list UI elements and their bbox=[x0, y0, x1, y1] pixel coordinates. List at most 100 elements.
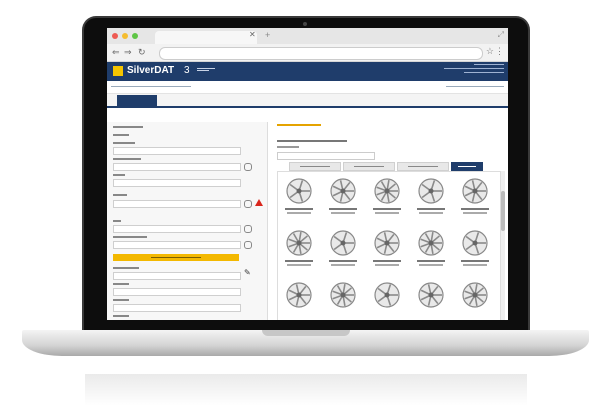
rim-caption bbox=[463, 212, 487, 214]
form-input[interactable] bbox=[113, 147, 241, 155]
wheel-rim-icon[interactable] bbox=[462, 282, 488, 308]
rim-caption bbox=[373, 208, 401, 210]
webcam bbox=[303, 22, 307, 26]
code-input[interactable] bbox=[113, 200, 241, 208]
rim-caption bbox=[419, 212, 443, 214]
wheel-rim-icon[interactable] bbox=[374, 282, 400, 308]
section-heading bbox=[277, 140, 347, 142]
vin-input[interactable] bbox=[113, 179, 241, 187]
select-input[interactable] bbox=[113, 288, 241, 296]
wheel-rim-icon[interactable] bbox=[462, 230, 488, 256]
close-window-icon[interactable] bbox=[112, 33, 118, 39]
star-icon[interactable]: ☆ bbox=[486, 46, 494, 57]
header-links[interactable] bbox=[446, 86, 504, 87]
maximize-window-icon[interactable] bbox=[132, 33, 138, 39]
wheel-rim-icon[interactable] bbox=[330, 282, 356, 308]
refresh-icon[interactable] bbox=[244, 200, 252, 208]
tab-4[interactable] bbox=[263, 95, 307, 106]
rim-tabs bbox=[277, 162, 505, 171]
plus-icon[interactable]: + bbox=[265, 30, 270, 40]
back-arrow-icon[interactable]: ⇐ bbox=[112, 47, 120, 58]
app-header: SilverDAT 3 bbox=[107, 62, 508, 81]
scrollbar[interactable] bbox=[501, 171, 505, 320]
field-label bbox=[113, 158, 141, 160]
tab-5[interactable] bbox=[313, 95, 357, 106]
rim-caption bbox=[419, 264, 443, 266]
rim-tab-3[interactable] bbox=[397, 162, 449, 171]
wheel-rim-icon[interactable] bbox=[418, 178, 444, 204]
wheel-rim-icon[interactable] bbox=[418, 282, 444, 308]
select-input[interactable] bbox=[113, 304, 241, 312]
rim-caption bbox=[373, 260, 401, 262]
resize-icon[interactable]: ⤢ bbox=[498, 30, 504, 40]
pencil-icon[interactable]: ✎ bbox=[244, 268, 251, 277]
form-input[interactable] bbox=[113, 241, 241, 249]
form-input[interactable] bbox=[113, 225, 241, 233]
minimize-window-icon[interactable] bbox=[122, 33, 128, 39]
settings-icon[interactable] bbox=[244, 225, 252, 233]
field-label bbox=[113, 315, 129, 317]
settings-icon[interactable] bbox=[244, 163, 252, 171]
brand-name: SilverDAT bbox=[127, 65, 175, 76]
field-label bbox=[113, 236, 147, 238]
wheel-rim-icon[interactable] bbox=[286, 282, 312, 308]
select-input[interactable] bbox=[113, 272, 241, 280]
browser-toolbar: ⇐ ⇒ ↻ ☆ ⋮ bbox=[107, 44, 508, 62]
rim-caption bbox=[285, 208, 313, 210]
wheel-rim-icon[interactable] bbox=[330, 230, 356, 256]
search-vehicle-button[interactable] bbox=[113, 254, 239, 261]
field-label bbox=[113, 299, 129, 301]
rim-caption bbox=[331, 264, 355, 266]
rim-caption bbox=[417, 208, 445, 210]
brand-subtitle bbox=[197, 68, 215, 73]
rim-caption bbox=[375, 212, 399, 214]
wheel-rim-icon[interactable] bbox=[286, 230, 312, 256]
tab-1[interactable] bbox=[117, 95, 157, 106]
rim-caption bbox=[375, 264, 399, 266]
field-label bbox=[113, 174, 125, 176]
wheel-rim-icon[interactable] bbox=[374, 178, 400, 204]
rim-caption bbox=[287, 212, 311, 214]
main-tabs bbox=[107, 94, 508, 108]
field-label bbox=[113, 126, 143, 128]
tab-3[interactable] bbox=[213, 95, 257, 106]
field-label bbox=[113, 134, 129, 136]
rim-caption bbox=[285, 260, 313, 262]
filter-select[interactable] bbox=[277, 152, 375, 160]
laptop-screen: ✕ + ⤢ ⇐ ⇒ ↻ ☆ ⋮ SilverDAT 3 ✎ bbox=[107, 28, 508, 320]
rim-tab-2[interactable] bbox=[343, 162, 395, 171]
breadcrumb[interactable] bbox=[111, 86, 191, 87]
field-label bbox=[277, 146, 299, 148]
address-bar[interactable] bbox=[159, 47, 483, 60]
rim-tab-4[interactable] bbox=[451, 162, 483, 171]
user-info[interactable] bbox=[434, 64, 504, 79]
wheel-rim-icon[interactable] bbox=[286, 178, 312, 204]
rim-caption bbox=[287, 264, 311, 266]
rim-tab-1[interactable] bbox=[289, 162, 341, 171]
wheel-rim-icon[interactable] bbox=[374, 230, 400, 256]
field-label bbox=[113, 267, 139, 269]
rim-caption bbox=[329, 260, 357, 262]
warning-icon bbox=[255, 199, 263, 206]
browser-tab-bar: ✕ + ⤢ bbox=[107, 28, 508, 44]
wheel-rim-icon[interactable] bbox=[330, 178, 356, 204]
form-input[interactable] bbox=[113, 163, 241, 171]
rim-caption bbox=[461, 208, 489, 210]
wheel-rim-icon[interactable] bbox=[418, 230, 444, 256]
reload-icon[interactable]: ↻ bbox=[138, 47, 146, 58]
forward-arrow-icon[interactable]: ⇒ bbox=[124, 47, 132, 58]
settings-icon[interactable] bbox=[244, 241, 252, 249]
kebab-menu-icon[interactable]: ⋮ bbox=[495, 46, 504, 57]
breadcrumb-bar bbox=[107, 81, 508, 94]
laptop-notch bbox=[262, 330, 350, 336]
tab-2[interactable] bbox=[163, 95, 207, 106]
rim-caption bbox=[329, 208, 357, 210]
rim-caption bbox=[461, 260, 489, 262]
section-link[interactable] bbox=[277, 124, 321, 126]
field-label bbox=[113, 220, 121, 222]
close-icon[interactable]: ✕ bbox=[249, 30, 256, 39]
browser-tab[interactable] bbox=[155, 31, 257, 44]
logo-icon bbox=[113, 66, 123, 76]
rim-caption bbox=[417, 260, 445, 262]
wheel-rim-icon[interactable] bbox=[462, 178, 488, 204]
